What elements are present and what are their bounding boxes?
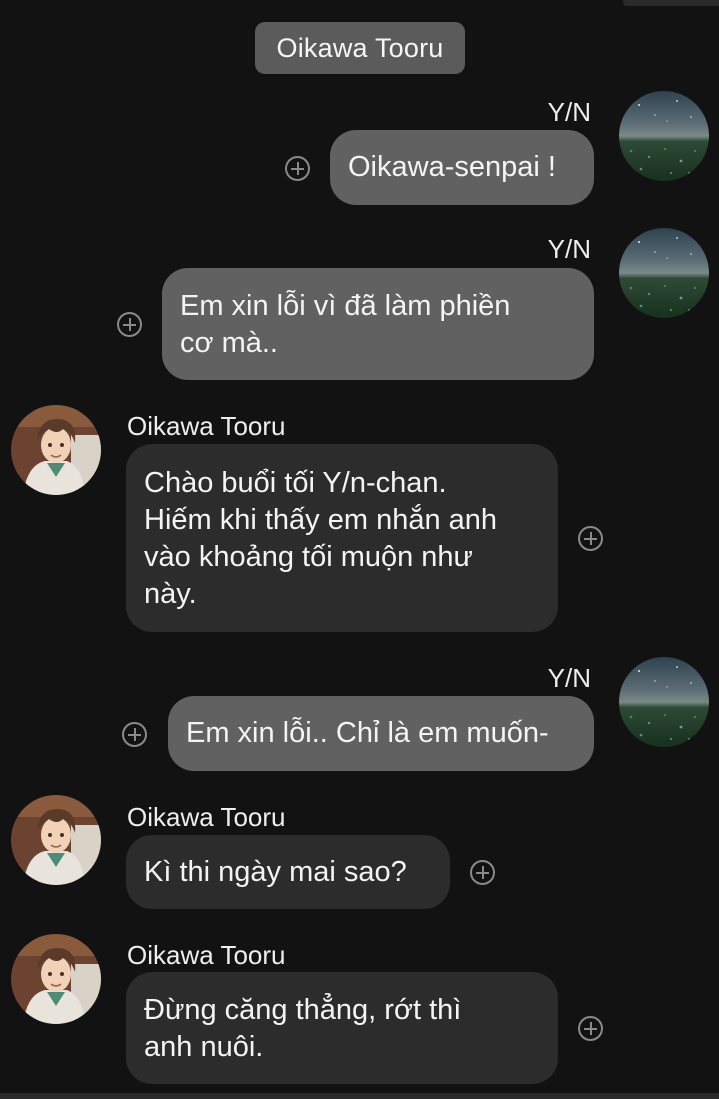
- sender-name: Oikawa Tooru: [127, 940, 286, 970]
- message-bubble[interactable]: Em xin lỗi vì đã làm phiền cơ mà..: [162, 268, 594, 380]
- plus-circle-icon[interactable]: [578, 526, 603, 551]
- my-avatar-icon[interactable]: [619, 657, 709, 747]
- my-avatar-icon[interactable]: [619, 228, 709, 318]
- sender-name: Oikawa Tooru: [127, 411, 286, 441]
- contact-avatar-icon[interactable]: [11, 405, 101, 495]
- message-text: Em xin lỗi vì đã làm phiền cơ mà..: [180, 290, 511, 359]
- plus-circle-icon[interactable]: [285, 156, 310, 181]
- message-text: Chào buổi tối Y/n-chan. Hiếm khi thấy em…: [144, 467, 498, 610]
- message-text: Đừng căng thẳng, rớt thì anh nuôi.: [144, 994, 462, 1063]
- sender-name: Y/N: [547, 97, 591, 127]
- plus-circle-icon[interactable]: [578, 1016, 603, 1041]
- top-edge-control: [623, 0, 719, 6]
- message-bubble[interactable]: Oikawa-senpai !: [330, 130, 594, 205]
- contact-avatar-icon[interactable]: [11, 934, 101, 1024]
- contact-avatar-icon[interactable]: [11, 795, 101, 885]
- message-bubble[interactable]: Chào buổi tối Y/n-chan. Hiếm khi thấy em…: [126, 444, 558, 632]
- chat-title-chip: Oikawa Tooru: [255, 22, 465, 74]
- plus-circle-icon[interactable]: [470, 860, 495, 885]
- sender-name: Y/N: [547, 663, 591, 693]
- message-bubble[interactable]: Đừng căng thẳng, rớt thì anh nuôi.: [126, 972, 558, 1084]
- plus-circle-icon[interactable]: [117, 312, 142, 337]
- my-avatar-icon[interactable]: [619, 91, 709, 181]
- message-text: Em xin lỗi.. Chỉ là em muốn-: [186, 717, 549, 749]
- sender-name: Oikawa Tooru: [127, 802, 286, 832]
- message-bubble[interactable]: Em xin lỗi.. Chỉ là em muốn-: [168, 696, 594, 771]
- message-text: Kì thi ngày mai sao?: [144, 856, 407, 888]
- sender-name: Y/N: [547, 234, 591, 264]
- message-bubble[interactable]: Kì thi ngày mai sao?: [126, 835, 450, 909]
- message-text: Oikawa-senpai !: [348, 151, 556, 183]
- plus-circle-icon[interactable]: [122, 722, 147, 747]
- bottom-divider: [0, 1093, 719, 1099]
